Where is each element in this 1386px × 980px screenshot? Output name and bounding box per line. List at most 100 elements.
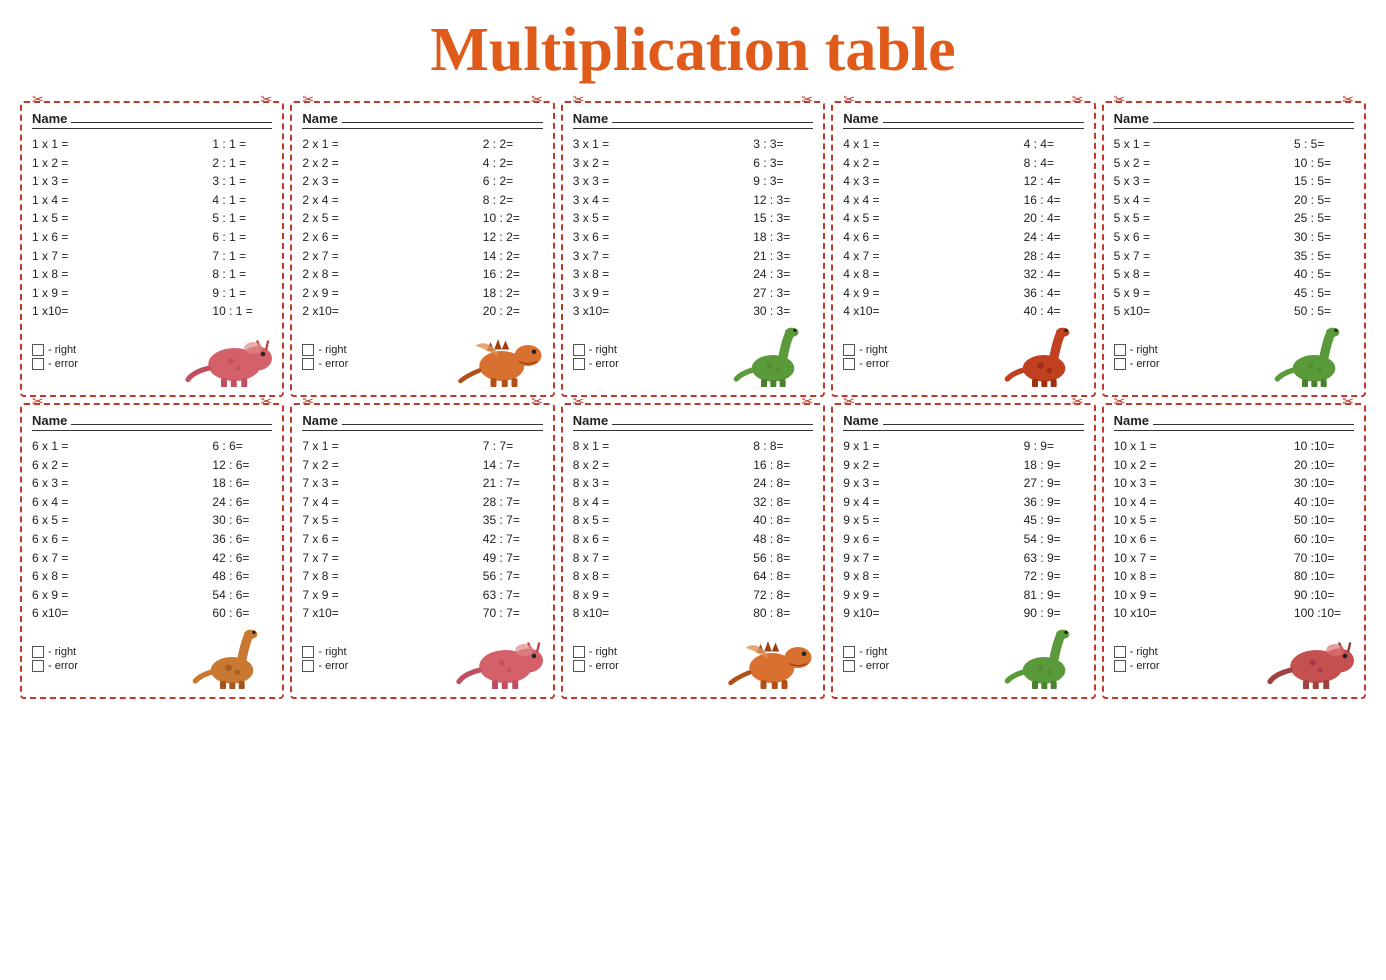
eq-left: 8 x 3 = bbox=[573, 474, 638, 493]
eq-right: 30 : 6= bbox=[212, 511, 272, 530]
eq-left: 3 x 6 = bbox=[573, 228, 638, 247]
legend: - right - error bbox=[1114, 646, 1160, 672]
eq-right: 4 : 1 = bbox=[212, 191, 272, 210]
equation-row: 9 x 3 =27 : 9= bbox=[843, 474, 1083, 493]
eq-left: 9 x 9 = bbox=[843, 586, 908, 605]
eq-left: 8 x 2 = bbox=[573, 456, 638, 475]
legend-right: - right bbox=[843, 646, 889, 658]
card-footer: - right - error bbox=[32, 629, 272, 689]
card-7: Name7 x 1 =7 : 7=7 x 2 =14 : 7=7 x 3 =21… bbox=[290, 403, 554, 699]
equation-row: 9 x 4 =36 : 9= bbox=[843, 493, 1083, 512]
eq-left: 9 x10= bbox=[843, 604, 908, 623]
error-box bbox=[843, 660, 855, 672]
right-label: - right bbox=[48, 344, 76, 356]
equation-row: 5 x10=50 : 5= bbox=[1114, 302, 1354, 321]
eq-right: 2 : 2= bbox=[483, 135, 543, 154]
dino-brontosaurus-green3 bbox=[895, 629, 1083, 689]
equations-container: 9 x 1 =9 : 9=9 x 2 =18 : 9=9 x 3 =27 : 9… bbox=[843, 437, 1083, 623]
eq-right: 21 : 7= bbox=[483, 474, 543, 493]
equation-row: 8 x 5 =40 : 8= bbox=[573, 511, 813, 530]
eq-left: 5 x 5 = bbox=[1114, 209, 1179, 228]
eq-right: 40 : 8= bbox=[753, 511, 813, 530]
name-label: Name bbox=[573, 111, 608, 126]
legend-right: - right bbox=[32, 344, 78, 356]
eq-right: 72 : 8= bbox=[753, 586, 813, 605]
eq-left: 10 x 3 = bbox=[1114, 474, 1179, 493]
name-line: Name bbox=[1114, 413, 1354, 431]
eq-left: 4 x 6 = bbox=[843, 228, 908, 247]
error-label: - error bbox=[589, 358, 619, 370]
error-label: - error bbox=[1130, 358, 1160, 370]
eq-right: 50 : 5= bbox=[1294, 302, 1354, 321]
equations-container: 6 x 1 =6 : 6=6 x 2 =12 : 6=6 x 3 =18 : 6… bbox=[32, 437, 272, 623]
equation-row: 3 x 5 =15 : 3= bbox=[573, 209, 813, 228]
eq-right: 3 : 1 = bbox=[212, 172, 272, 191]
eq-right: 54 : 9= bbox=[1024, 530, 1084, 549]
eq-left: 5 x 4 = bbox=[1114, 191, 1179, 210]
eq-left: 10 x 4 = bbox=[1114, 493, 1179, 512]
eq-left: 5 x 1 = bbox=[1114, 135, 1179, 154]
eq-left: 8 x 6 = bbox=[573, 530, 638, 549]
legend-error: - error bbox=[573, 660, 619, 672]
eq-left: 3 x 4 = bbox=[573, 191, 638, 210]
legend-error: - error bbox=[1114, 660, 1160, 672]
eq-left: 5 x 3 = bbox=[1114, 172, 1179, 191]
legend-error: - error bbox=[32, 660, 78, 672]
equation-row: 7 x 4 =28 : 7= bbox=[302, 493, 542, 512]
equation-row: 5 x 8 =40 : 5= bbox=[1114, 265, 1354, 284]
equation-row: 7 x 5 =35 : 7= bbox=[302, 511, 542, 530]
equation-row: 5 x 7 =35 : 5= bbox=[1114, 247, 1354, 266]
card-footer: - right - error bbox=[1114, 629, 1354, 689]
eq-left: 8 x 4 = bbox=[573, 493, 638, 512]
equation-row: 9 x 7 =63 : 9= bbox=[843, 549, 1083, 568]
dino-brontosaurus-red bbox=[895, 327, 1083, 387]
eq-left: 2 x10= bbox=[302, 302, 367, 321]
row-2: Name 6 x 1 =6 : 6=6 x 2 =12 : 6=6 x 3 =18… bbox=[20, 403, 1366, 699]
card-9: Name 9 x 1 =9 : 9=9 x 2 =18 : 9=9 x 3 =27… bbox=[831, 403, 1095, 699]
eq-left: 8 x 1 = bbox=[573, 437, 638, 456]
eq-right: 56 : 8= bbox=[753, 549, 813, 568]
right-box bbox=[32, 646, 44, 658]
eq-right: 81 : 9= bbox=[1024, 586, 1084, 605]
eq-left: 9 x 5 = bbox=[843, 511, 908, 530]
eq-right: 7 : 7= bbox=[483, 437, 543, 456]
eq-right: 45 : 5= bbox=[1294, 284, 1354, 303]
equation-row: 9 x 9 = 81 : 9= bbox=[843, 586, 1083, 605]
eq-left: 5 x 6 = bbox=[1114, 228, 1179, 247]
equation-row: 7 x 6 =42 : 7= bbox=[302, 530, 542, 549]
eq-left: 6 x 1 = bbox=[32, 437, 97, 456]
eq-left: 2 x 1 = bbox=[302, 135, 367, 154]
eq-right: 49 : 7= bbox=[483, 549, 543, 568]
eq-right: 10 : 2= bbox=[483, 209, 543, 228]
eq-right: 18 : 9= bbox=[1024, 456, 1084, 475]
eq-left: 10 x 6 = bbox=[1114, 530, 1179, 549]
eq-right: 24 : 4= bbox=[1024, 228, 1084, 247]
equation-row: 2 x 1 = 2 : 2= bbox=[302, 135, 542, 154]
equation-row: 4 x10=40 : 4= bbox=[843, 302, 1083, 321]
eq-right: 30 : 5= bbox=[1294, 228, 1354, 247]
equation-row: 10 x10=100 :10= bbox=[1114, 604, 1354, 623]
equation-row: 3 x 3 =9 : 3= bbox=[573, 172, 813, 191]
legend: - right - error bbox=[32, 344, 78, 370]
eq-right: 21 : 3= bbox=[753, 247, 813, 266]
eq-left: 4 x 9 = bbox=[843, 284, 908, 303]
equations-container: 3 x 1 =3 : 3=3 x 2 =6 : 3=3 x 3 =9 : 3=3… bbox=[573, 135, 813, 321]
error-box bbox=[843, 358, 855, 370]
right-label: - right bbox=[859, 646, 887, 658]
right-label: - right bbox=[318, 646, 346, 658]
eq-right: 15 : 3= bbox=[753, 209, 813, 228]
name-line: Name bbox=[32, 111, 272, 129]
name-line: Name bbox=[843, 413, 1083, 431]
equation-row: 4 x 4 =16 : 4= bbox=[843, 191, 1083, 210]
eq-left: 1 x 2 = bbox=[32, 154, 97, 173]
equation-row: 8 x 3 =24 : 8= bbox=[573, 474, 813, 493]
error-label: - error bbox=[1130, 660, 1160, 672]
dino-triceratops-pink bbox=[84, 327, 272, 387]
legend-error: - error bbox=[843, 660, 889, 672]
error-label: - error bbox=[589, 660, 619, 672]
eq-left: 5 x 8 = bbox=[1114, 265, 1179, 284]
equations-container: 10 x 1 =10 :10=10 x 2 =20 :10=10 x 3 =30… bbox=[1114, 437, 1354, 623]
equation-row: 3 x 7 =21 : 3= bbox=[573, 247, 813, 266]
equation-row: 1 x 5 =5 : 1 = bbox=[32, 209, 272, 228]
equation-row: 4 x 7 =28 : 4= bbox=[843, 247, 1083, 266]
